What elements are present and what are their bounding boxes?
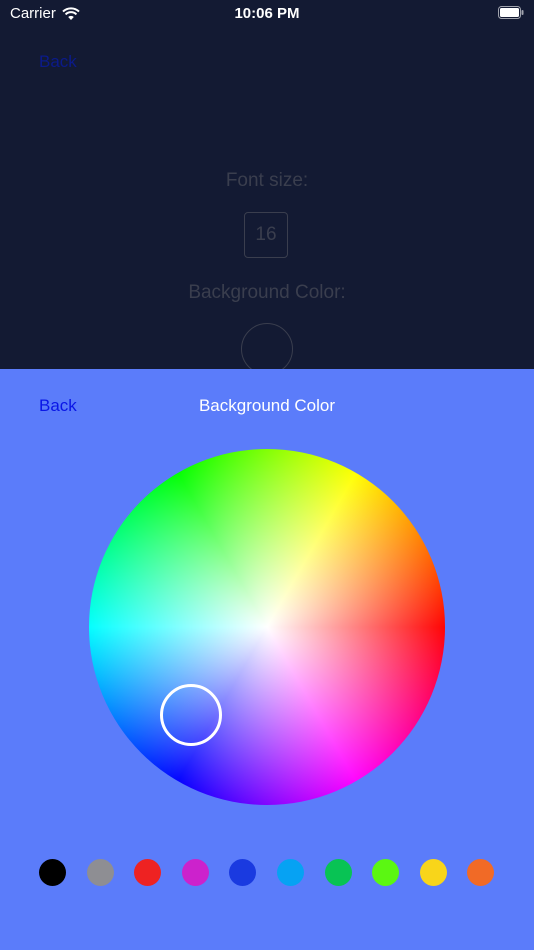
color-swatch[interactable] [419, 859, 447, 886]
color-swatch[interactable] [181, 859, 209, 886]
status-time: 10:06 PM [234, 5, 300, 22]
color-wheel-handle[interactable] [160, 684, 222, 746]
color-swatch[interactable] [134, 859, 162, 886]
background-settings-page: Back Font size: 16 Background Color: [0, 0, 534, 375]
color-wheel-saturation [89, 449, 445, 805]
background-color-label: Background Color: [188, 282, 346, 303]
background-color-preview [241, 323, 293, 375]
font-size-field: 16 [244, 212, 288, 258]
color-swatch[interactable] [372, 859, 400, 886]
screen: Back Font size: 16 Background Color: Car… [0, 0, 534, 950]
color-swatch[interactable] [277, 859, 304, 886]
color-swatch[interactable] [86, 859, 114, 886]
background-back-button: Back [39, 52, 77, 71]
font-size-label: Font size: [225, 170, 309, 191]
color-swatch[interactable] [324, 859, 352, 886]
color-swatch[interactable] [39, 859, 66, 886]
status-bar: Carrier 10:06 PM [0, 0, 534, 28]
color-picker-sheet: Back Background Color [0, 369, 534, 950]
color-swatch[interactable] [467, 859, 495, 886]
battery-icon [498, 6, 524, 19]
picker-title: Background Color [198, 396, 336, 415]
color-swatch[interactable] [229, 859, 257, 886]
color-wheel[interactable] [89, 449, 445, 805]
preset-swatches [39, 859, 499, 887]
